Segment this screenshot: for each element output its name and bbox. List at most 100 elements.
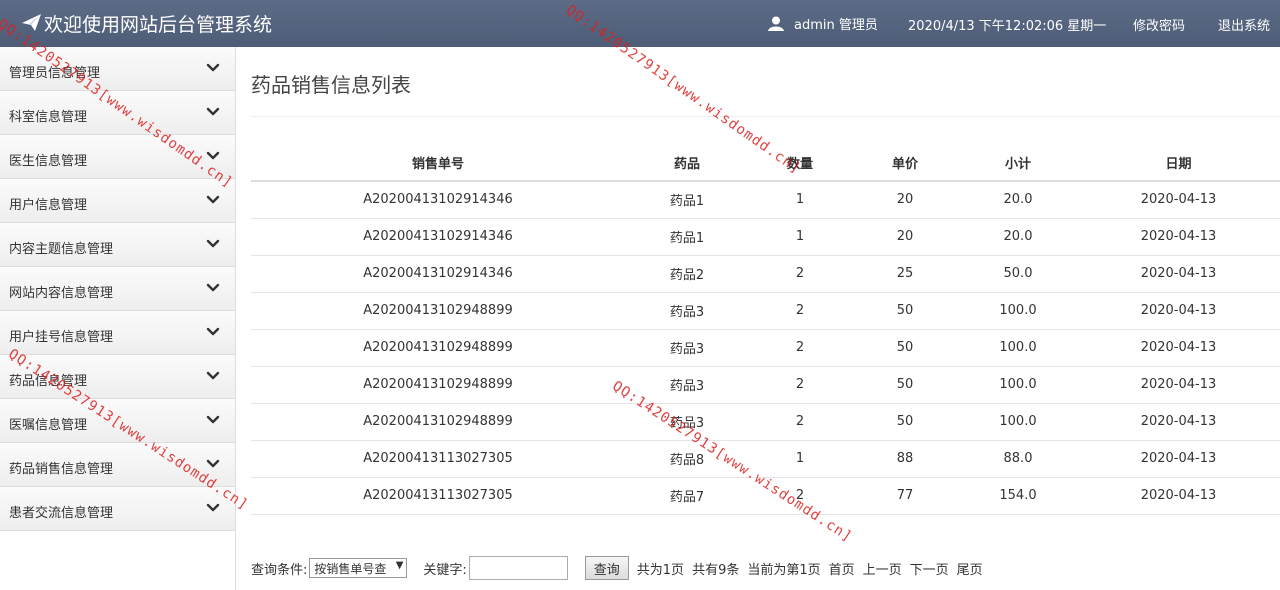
column-header: 药品 (625, 144, 749, 182)
table-cell: 2 (749, 403, 851, 441)
column-header: 销售单号 (251, 144, 625, 182)
sidebar-item[interactable]: 药品信息管理 (0, 355, 235, 399)
table-cell: 2 (749, 477, 851, 515)
condition-value: 按销售单号查 (314, 561, 387, 576)
table-cell: 药品7 (625, 477, 749, 515)
chevron-down-icon (206, 503, 220, 512)
divider (251, 116, 1280, 117)
condition-label: 查询条件: (251, 562, 308, 578)
last-page-link[interactable]: 尾页 (957, 559, 983, 578)
sidebar-item-label: 医生信息管理 (9, 154, 88, 169)
table-cell: 2020-04-13 (1077, 329, 1280, 367)
table-cell: 2 (749, 329, 851, 367)
sidebar-item-label: 患者交流信息管理 (9, 506, 114, 521)
table-cell: 2 (749, 366, 851, 404)
top-header: 欢迎使用网站后台管理系统 admin 管理员 2020/4/13 下午12:02… (0, 0, 1280, 47)
table-cell: A20200413102948899 (251, 292, 625, 330)
dropdown-arrow-icon: ▼ (395, 560, 404, 571)
paper-plane-icon (22, 14, 41, 31)
sidebar-item[interactable]: 药品销售信息管理 (0, 443, 235, 487)
table-cell: A20200413113027305 (251, 440, 625, 478)
sidebar-item[interactable]: 用户挂号信息管理 (0, 311, 235, 355)
logo: 欢迎使用网站后台管理系统 (22, 10, 272, 36)
next-page-link[interactable]: 下一页 (910, 559, 949, 578)
table-cell: A20200413102914346 (251, 218, 625, 256)
sidebar-item-label: 医嘱信息管理 (9, 418, 88, 433)
table-cell: A20200413113027305 (251, 477, 625, 515)
condition-select[interactable]: 按销售单号查 ▼ (309, 558, 408, 578)
table-cell: 100.0 (959, 366, 1077, 404)
first-page-link[interactable]: 首页 (829, 559, 855, 578)
table-row: A20200413102948899 药品3 2 50 100.0 2020-04-13 (251, 403, 1280, 441)
table-cell: 20 (851, 218, 959, 256)
table-cell: 20.0 (959, 181, 1077, 219)
sidebar-item-label: 用户信息管理 (9, 198, 88, 213)
table-cell: A20200413102914346 (251, 255, 625, 293)
search-bar: 查询条件: 按销售单号查 ▼ 关键字: 查询 共为1页 共有9条 当前为第1页 … (251, 555, 1280, 581)
chevron-down-icon (206, 327, 220, 336)
table-cell: 2 (749, 255, 851, 293)
table-cell: 2020-04-13 (1077, 255, 1280, 293)
sidebar-item-label: 药品销售信息管理 (9, 462, 114, 477)
table-row: A20200413113027305 药品8 1 88 88.0 2020-04-13 (251, 440, 1280, 478)
chevron-down-icon (206, 459, 220, 468)
column-header: 数量 (749, 144, 851, 182)
sidebar-item[interactable]: 内容主题信息管理 (0, 223, 235, 267)
sidebar-item-label: 网站内容信息管理 (9, 286, 114, 301)
table-cell: 药品3 (625, 292, 749, 330)
sidebar-item-label: 科室信息管理 (9, 110, 88, 125)
table-cell: 50 (851, 366, 959, 404)
sidebar-item[interactable]: 医嘱信息管理 (0, 399, 235, 443)
table-cell: A20200413102948899 (251, 366, 625, 404)
table-cell: 100.0 (959, 329, 1077, 367)
sidebar-item[interactable]: 医生信息管理 (0, 135, 235, 179)
table-cell: 25 (851, 255, 959, 293)
keyword-input[interactable] (468, 556, 568, 580)
table-cell: 2020-04-13 (1077, 403, 1280, 441)
table-row: A20200413102914346 药品1 1 20 20.0 2020-04-13 (251, 181, 1280, 219)
table-row: A20200413102948899 药品3 2 50 100.0 2020-04-13 (251, 329, 1280, 367)
app-title: 欢迎使用网站后台管理系统 (44, 13, 273, 36)
table-cell: 88.0 (959, 440, 1077, 478)
sidebar-item-label: 药品信息管理 (9, 374, 88, 389)
table-cell: 50.0 (959, 255, 1077, 293)
table-cell: 2020-04-13 (1077, 477, 1280, 515)
column-header: 日期 (1077, 144, 1280, 182)
table-cell: 154.0 (959, 477, 1077, 515)
table-cell: 药品1 (625, 181, 749, 219)
table-row: A20200413113027305 药品7 2 77 154.0 2020-04-13 (251, 477, 1280, 515)
table-row: A20200413102914346 药品1 1 20 20.0 2020-04-13 (251, 218, 1280, 256)
sidebar-item[interactable]: 患者交流信息管理 (0, 487, 235, 531)
table-cell: 药品3 (625, 329, 749, 367)
table-row: A20200413102948899 药品3 2 50 100.0 2020-04-13 (251, 292, 1280, 330)
table-cell: 88 (851, 440, 959, 478)
column-header: 小计 (959, 144, 1077, 182)
logout-link[interactable]: 退出系统 (1218, 15, 1270, 34)
user-info: admin 管理员 (768, 14, 878, 33)
user-name: admin 管理员 (794, 18, 878, 33)
table-cell: 药品1 (625, 218, 749, 256)
chevron-down-icon (206, 371, 220, 380)
table-cell: 77 (851, 477, 959, 515)
chevron-down-icon (206, 415, 220, 424)
table-cell: 2020-04-13 (1077, 181, 1280, 219)
total-pages: 共为1页 (636, 562, 685, 578)
sidebar-item[interactable]: 管理员信息管理 (0, 47, 235, 91)
sidebar-item[interactable]: 用户信息管理 (0, 179, 235, 223)
search-button[interactable]: 查询 (584, 556, 629, 580)
table-cell: A20200413102948899 (251, 403, 625, 441)
table-cell: 100.0 (959, 292, 1077, 330)
chevron-down-icon (206, 107, 220, 116)
sidebar-item[interactable]: 网站内容信息管理 (0, 267, 235, 311)
user-icon (768, 16, 784, 31)
table-cell: 药品3 (625, 403, 749, 441)
change-password-link[interactable]: 修改密码 (1133, 15, 1185, 34)
prev-page-link[interactable]: 上一页 (863, 559, 902, 578)
table-cell: 药品8 (625, 440, 749, 478)
sidebar-item-label: 管理员信息管理 (9, 66, 101, 81)
table-cell: 50 (851, 403, 959, 441)
datetime-display: 2020/4/13 下午12:02:06 星期一 (908, 19, 1107, 34)
sidebar-item[interactable]: 科室信息管理 (0, 91, 235, 135)
sidebar-item-label: 内容主题信息管理 (9, 242, 114, 257)
table-cell: A20200413102948899 (251, 329, 625, 367)
